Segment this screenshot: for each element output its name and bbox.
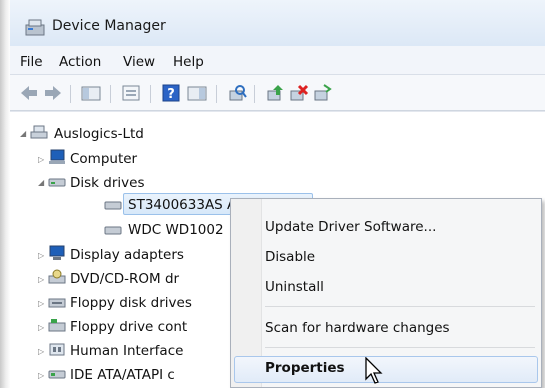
mouse-cursor-icon	[365, 357, 383, 384]
computer-network-icon	[30, 125, 48, 139]
device-manager-icon	[25, 19, 45, 36]
tree-item-label: DVD/CD-ROM dr	[70, 271, 180, 287]
toolbar-separator	[70, 85, 71, 103]
tree-item-label: WDC WD1002	[128, 222, 224, 238]
collapse-triangle-icon[interactable]: ◢	[38, 178, 44, 187]
console-tree-icon[interactable]	[80, 83, 102, 103]
tree-item-label: Floppy disk drives	[70, 295, 192, 311]
display-adapter-icon	[49, 245, 65, 260]
dvd-drive-icon	[48, 269, 66, 284]
tree-item-label: Display adapters	[70, 247, 184, 263]
toolbar-separator	[216, 85, 217, 103]
toolbar: ?	[10, 75, 545, 111]
device-manager-window: Device Manager File Action View Help ? ◢…	[0, 0, 545, 388]
toolbar-separator	[110, 85, 111, 103]
expand-triangle-icon[interactable]: ▷	[38, 323, 44, 332]
collapse-triangle-icon[interactable]: ◢	[20, 129, 26, 138]
svg-text:?: ?	[167, 87, 175, 102]
update-driver-icon[interactable]	[264, 83, 286, 103]
expand-triangle-icon[interactable]: ▷	[38, 347, 44, 356]
menu-item-update-driver[interactable]: Update Driver Software...	[265, 219, 436, 235]
tree-root-label: Auslogics-Ltd	[54, 126, 144, 142]
menu-item-properties[interactable]: Properties	[265, 360, 345, 376]
menu-view[interactable]: View	[123, 54, 155, 70]
menu-item-uninstall[interactable]: Uninstall	[265, 279, 324, 295]
disk-drive-icon	[48, 178, 66, 187]
help-icon[interactable]: ?	[160, 83, 182, 103]
floppy-drive-icon	[48, 298, 66, 308]
menu-separator	[265, 306, 535, 307]
floppy-controller-icon	[48, 319, 66, 332]
menu-separator	[265, 347, 535, 348]
disk-drive-icon	[104, 226, 122, 235]
menu-bar: File Action View Help	[10, 46, 545, 75]
menu-help[interactable]: Help	[173, 54, 204, 70]
expand-triangle-icon[interactable]: ▷	[38, 275, 44, 284]
menu-item-scan-hardware[interactable]: Scan for hardware changes	[265, 320, 450, 336]
tree-item-label: Computer	[70, 151, 138, 167]
back-icon[interactable]	[18, 83, 40, 103]
expand-triangle-icon[interactable]: ▷	[38, 251, 44, 260]
computer-icon	[49, 149, 65, 164]
disk-drive-icon	[104, 201, 122, 210]
window-shadow	[0, 0, 10, 388]
uninstall-device-icon[interactable]	[312, 83, 334, 103]
window-title: Device Manager	[52, 18, 166, 34]
hid-icon	[49, 343, 65, 356]
menu-file[interactable]: File	[20, 54, 43, 70]
toolbar-separator	[254, 85, 255, 103]
tree-item-label: IDE ATA/ATAPI c	[70, 367, 175, 383]
tree-item-label: Human Interface	[70, 343, 184, 359]
menu-action[interactable]: Action	[59, 54, 101, 70]
forward-icon[interactable]	[42, 83, 64, 103]
expand-triangle-icon[interactable]: ▷	[38, 299, 44, 308]
toolbar-separator	[150, 85, 151, 103]
action-pane-icon[interactable]	[186, 83, 208, 103]
ide-controller-icon	[48, 370, 66, 379]
disable-device-icon[interactable]	[288, 83, 310, 103]
properties-icon[interactable]	[120, 83, 142, 103]
tree-item-label: Floppy drive cont	[70, 319, 188, 335]
context-menu: Update Driver Software... Disable Uninst…	[230, 198, 542, 388]
expand-triangle-icon[interactable]: ▷	[38, 155, 44, 164]
tree-item-label: Disk drives	[70, 175, 145, 191]
menu-item-disable[interactable]: Disable	[265, 249, 315, 265]
scan-hardware-icon[interactable]	[226, 83, 248, 103]
title-bar: Device Manager	[10, 0, 545, 46]
expand-triangle-icon[interactable]: ▷	[38, 371, 44, 380]
